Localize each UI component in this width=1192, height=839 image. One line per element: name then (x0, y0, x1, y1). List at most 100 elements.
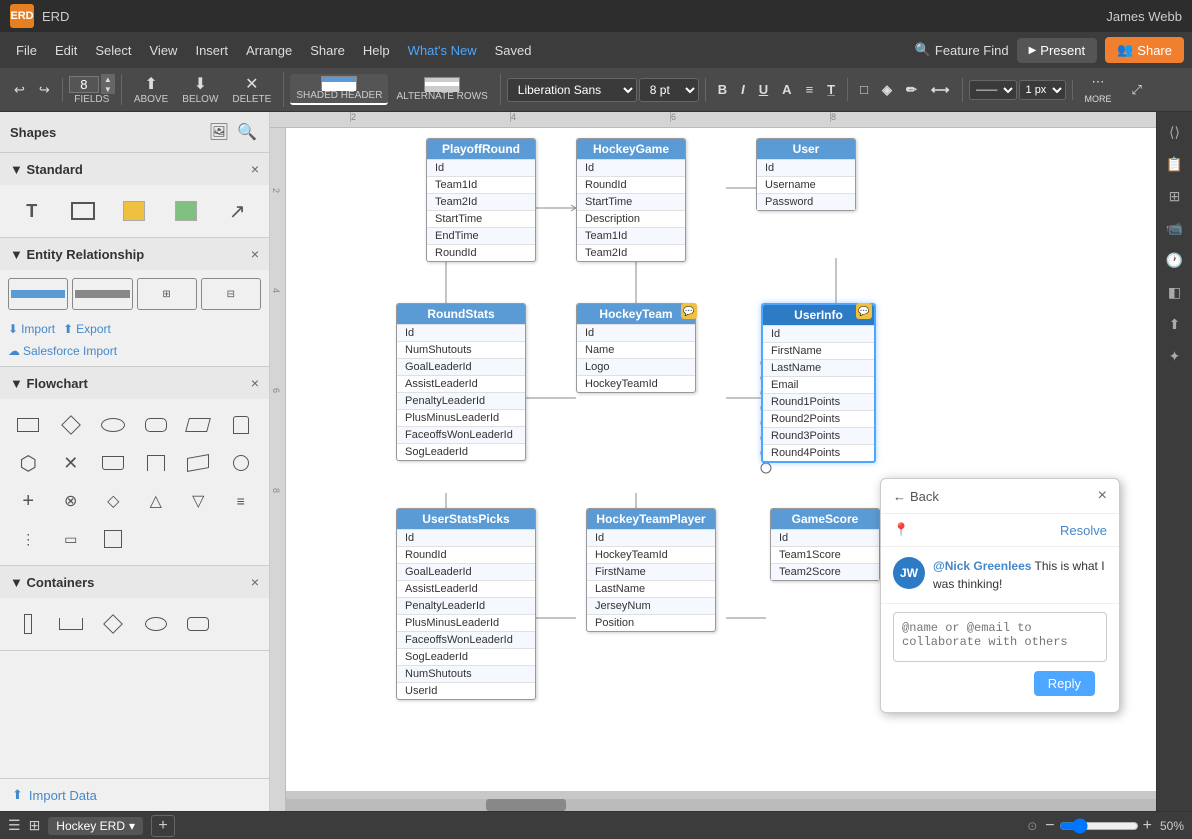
arrow-shape[interactable]: ↗ (214, 193, 261, 229)
font-select[interactable]: Liberation Sans (507, 78, 637, 102)
menu-select[interactable]: Select (87, 39, 139, 62)
import-link[interactable]: ⬇ Import (8, 322, 55, 336)
fc-lines[interactable]: ≡ (221, 483, 262, 519)
ct-diamond[interactable] (93, 606, 134, 642)
round-stats-table[interactable]: RoundStats Id NumShutouts GoalLeaderId A… (396, 303, 526, 461)
underline-btn[interactable]: U (753, 78, 774, 101)
playoff-round-table[interactable]: PlayoffRound Id Team1Id Team2Id StartTim… (426, 138, 536, 262)
shape-border-btn[interactable]: □ (854, 78, 874, 101)
diagram-name[interactable]: Hockey ERD ▾ (48, 817, 143, 835)
menu-share[interactable]: Share (302, 39, 353, 62)
user-stats-picks-table[interactable]: UserStatsPicks Id RoundId GoalLeaderId A… (396, 508, 536, 700)
user-table[interactable]: User Id Username Password (756, 138, 856, 211)
fc-x-circle[interactable]: ⊗ (51, 483, 92, 519)
fc-triangle-down[interactable]: ▽ (178, 483, 219, 519)
menu-file[interactable]: File (8, 39, 45, 62)
fc-diamond[interactable] (51, 407, 92, 443)
er-shape-3[interactable]: ⊞ (137, 278, 197, 310)
fc-circle[interactable] (221, 445, 262, 481)
menu-arrange[interactable]: Arrange (238, 39, 300, 62)
fc-ellipse[interactable] (93, 407, 134, 443)
color-rect-shape[interactable] (162, 193, 209, 229)
comment-close-btn[interactable]: × (1098, 487, 1107, 505)
game-score-table[interactable]: GameScore Id Team1Score Team2Score (770, 508, 880, 581)
sticky-note-shape[interactable] (111, 193, 158, 229)
canvas-inner[interactable]: PlayoffRound Id Team1Id Team2Id StartTim… (286, 128, 1156, 791)
hockey-team-table[interactable]: HockeyTeam Id Name Logo HockeyTeamId (576, 303, 696, 393)
fc-cross[interactable]: ✕ (51, 445, 92, 481)
fields-up-btn[interactable]: ▲ (101, 74, 115, 84)
fc-round-rect[interactable] (136, 407, 177, 443)
present-button[interactable]: Present (1017, 38, 1098, 63)
rs-video-btn[interactable]: 📹 (1161, 214, 1189, 242)
flowchart-close[interactable]: × (251, 375, 259, 391)
zoom-in-btn[interactable]: + (1143, 817, 1152, 835)
menu-saved[interactable]: Saved (487, 39, 540, 62)
fc-lines2[interactable]: ⋮ (8, 521, 49, 557)
italic-btn[interactable]: I (735, 78, 751, 101)
fc-box-check[interactable]: ▭ (51, 521, 92, 557)
share-button[interactable]: 👥 Share (1105, 37, 1184, 63)
fc-trapezoid[interactable] (93, 445, 134, 481)
export-link[interactable]: ⬆ Export (63, 322, 111, 336)
align-left-btn[interactable]: ≡ (800, 78, 820, 101)
canvas-area[interactable]: 2 4 6 8 2 4 6 8 (270, 112, 1156, 811)
ct-wide-rect[interactable] (51, 606, 92, 642)
more-btn[interactable]: ⋯MORE (1079, 70, 1118, 109)
bold-btn[interactable]: B (712, 78, 733, 101)
font-color-btn[interactable]: A (776, 78, 797, 101)
shapes-header[interactable]: Shapes 🖼 🔍 (0, 112, 269, 152)
hockey-team-comment-badge[interactable]: 💬 (681, 303, 697, 319)
fill-btn[interactable]: ◈ (876, 78, 898, 102)
add-page-btn[interactable]: + (151, 815, 175, 837)
import-data-btn[interactable]: ⬆ Import Data (0, 778, 269, 811)
fc-small-rect[interactable] (93, 521, 134, 557)
containers-close[interactable]: × (251, 574, 259, 590)
user-info-comment-badge[interactable]: 💬 (856, 303, 872, 319)
standard-header[interactable]: ▼ Standard × (0, 153, 269, 185)
fc-rect[interactable] (8, 407, 49, 443)
rect-shape[interactable] (59, 193, 106, 229)
comment-input[interactable] (893, 612, 1107, 662)
image-btn[interactable]: 🖼 (207, 120, 231, 144)
fc-step[interactable] (178, 445, 219, 481)
delete-btn[interactable]: ✕ DELETE (226, 72, 277, 107)
text-style-btn[interactable]: T̲ (821, 78, 841, 101)
rs-layers-btn[interactable]: ◧ (1161, 278, 1189, 306)
er-header[interactable]: ▼ Entity Relationship × (0, 238, 269, 270)
fc-hexagon[interactable]: ⬡ (8, 445, 49, 481)
er-shape-4[interactable]: ⊟ (201, 278, 261, 310)
er-close[interactable]: × (251, 246, 259, 262)
fc-rounded-diamond[interactable]: ◇ (93, 483, 134, 519)
comment-back-btn[interactable]: ← Back (893, 489, 939, 504)
comment-reply-btn[interactable]: Reply (1034, 671, 1095, 696)
standard-close[interactable]: × (251, 161, 259, 177)
rs-expand-btn[interactable]: ⟨⟩ (1161, 118, 1189, 146)
comment-resolve-btn[interactable]: Resolve (1060, 523, 1107, 538)
line-width-select[interactable]: 1 px (1019, 80, 1066, 100)
text-shape[interactable]: T (8, 193, 55, 229)
rs-wand-btn[interactable]: ✦ (1161, 342, 1189, 370)
zoom-out-btn[interactable]: − (1045, 817, 1054, 835)
fields-input[interactable] (69, 76, 99, 93)
menu-view[interactable]: View (142, 39, 186, 62)
hockey-game-table[interactable]: HockeyGame Id RoundId StartTime Descript… (576, 138, 686, 262)
menu-whats-new[interactable]: What's New (400, 39, 485, 62)
fc-cylinder[interactable] (221, 407, 262, 443)
rs-upload-btn[interactable]: ⬆ (1161, 310, 1189, 338)
user-info-table[interactable]: UserInfo Id FirstName LastName Email Rou… (761, 303, 876, 463)
er-shape-1[interactable] (8, 278, 68, 310)
fc-doc[interactable] (136, 445, 177, 481)
ct-ellipse[interactable] (136, 606, 177, 642)
rs-pages-btn[interactable]: 📋 (1161, 150, 1189, 178)
font-size-select[interactable]: 8 pt (639, 78, 699, 102)
hockey-team-player-table[interactable]: HockeyTeamPlayer Id HockeyTeamId FirstNa… (586, 508, 716, 632)
fullscreen-btn[interactable]: ⤢ (1126, 78, 1148, 102)
salesforce-import-link[interactable]: ☁ Salesforce Import (8, 344, 261, 358)
connection-btn[interactable]: ⟷ (925, 78, 956, 102)
flowchart-header[interactable]: ▼ Flowchart × (0, 367, 269, 399)
menu-edit[interactable]: Edit (47, 39, 85, 62)
ct-round-rect[interactable] (178, 606, 219, 642)
rs-table-btn[interactable]: ⊞ (1161, 182, 1189, 210)
grid-view-btn[interactable]: ⊞ (29, 817, 41, 834)
